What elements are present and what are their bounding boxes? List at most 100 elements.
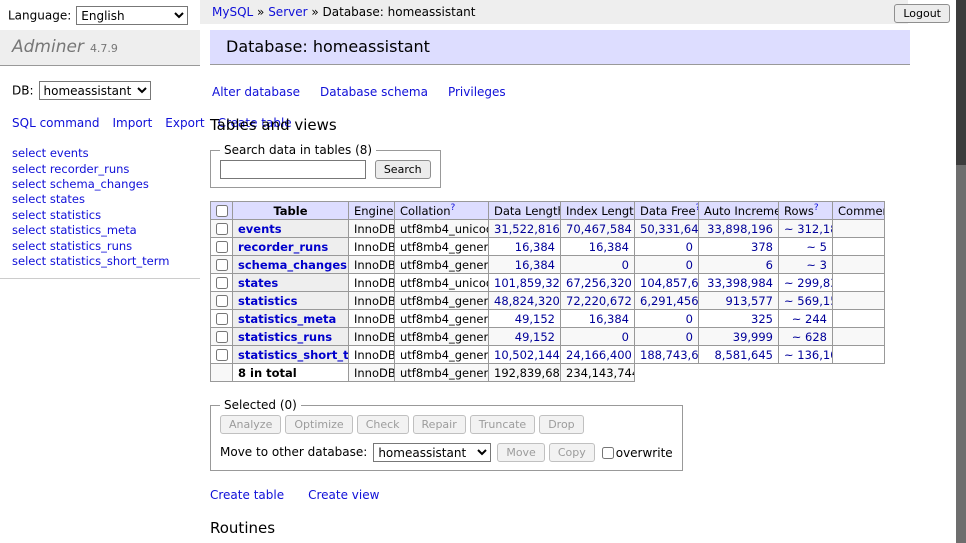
data-free-link[interactable]: 6,291,456 (640, 294, 699, 308)
move-db-select[interactable]: homeassistant (373, 443, 491, 462)
rows-link[interactable]: ~ 312,180 (784, 222, 833, 236)
optimize-button[interactable]: Optimize (285, 415, 352, 434)
column-help-icon[interactable]: ? (451, 203, 456, 213)
auto-increment-link[interactable]: 325 (751, 312, 773, 326)
auto-increment-cell: 8,581,645 (699, 346, 779, 364)
rows-link[interactable]: ~ 569,159 (784, 294, 833, 308)
sidebar-table-links: select eventsselect recorder_runsselect … (0, 133, 200, 279)
breadcrumb-link-server[interactable]: Server (268, 5, 307, 19)
table-name-link[interactable]: statistics_meta (238, 312, 336, 326)
index-length-link[interactable]: 0 (622, 258, 629, 272)
auto-increment-link[interactable]: 6 (766, 258, 773, 272)
auto-increment-link[interactable]: 33,398,984 (707, 276, 773, 290)
data-length-link[interactable]: 10,502,144 (494, 348, 560, 362)
database-schema-link[interactable]: Database schema (320, 85, 428, 99)
index-length-link[interactable]: 24,166,400 (566, 348, 632, 362)
rows-link[interactable]: ~ 299,833 (784, 276, 833, 290)
index-length-link[interactable]: 70,467,584 (566, 222, 632, 236)
search-input[interactable] (220, 160, 366, 179)
sidebar-item-select-statistics[interactable]: select statistics (12, 208, 188, 223)
vertical-scrollbar[interactable] (956, 0, 966, 543)
sidebar-item-select-events[interactable]: select events (12, 146, 188, 161)
index-length-link[interactable]: 72,220,672 (566, 294, 632, 308)
data-free-link[interactable]: 0 (686, 330, 693, 344)
analyze-button[interactable]: Analyze (220, 415, 281, 434)
truncate-button[interactable]: Truncate (470, 415, 535, 434)
row-checkbox[interactable] (216, 259, 228, 271)
auto-increment-link[interactable]: 913,577 (725, 294, 773, 308)
sidebar-item-select-recorder-runs[interactable]: select recorder_runs (12, 162, 188, 177)
privileges-link[interactable]: Privileges (448, 85, 506, 99)
row-checkbox[interactable] (216, 241, 228, 253)
table-name-link[interactable]: events (238, 222, 282, 236)
table-name-link[interactable]: states (238, 276, 278, 290)
data-length-link[interactable]: 49,152 (515, 330, 555, 344)
index-length-link[interactable]: 67,256,320 (566, 276, 632, 290)
create-view-link[interactable]: Create view (308, 488, 379, 502)
select-all-checkbox[interactable] (216, 205, 228, 217)
sidebar-item-select-statistics-meta[interactable]: select statistics_meta (12, 223, 188, 238)
data-length-link[interactable]: 49,152 (515, 312, 555, 326)
breadcrumb-separator: » (253, 5, 268, 19)
data-free-link[interactable]: 104,857,600 (640, 276, 699, 290)
sidebar-link-sql-command[interactable]: SQL command (12, 116, 99, 130)
scrollbar-thumb[interactable] (956, 0, 966, 165)
check-button[interactable]: Check (357, 415, 409, 434)
rows-link[interactable]: ~ 244 (792, 312, 827, 326)
copy-button[interactable]: Copy (549, 443, 595, 462)
row-checkbox[interactable] (216, 223, 228, 235)
rows-link[interactable]: ~ 136,108 (784, 348, 833, 362)
row-checkbox[interactable] (216, 331, 228, 343)
alter-database-link[interactable]: Alter database (212, 85, 300, 99)
db-select[interactable]: homeassistant (39, 81, 151, 100)
sidebar-link-export[interactable]: Export (165, 116, 204, 130)
data-free-link[interactable]: 0 (686, 240, 693, 254)
move-button[interactable]: Move (497, 443, 545, 462)
auto-increment-link[interactable]: 39,999 (733, 330, 773, 344)
rows-link[interactable]: ~ 5 (806, 240, 827, 254)
data-length-link[interactable]: 31,522,816 (494, 222, 560, 236)
auto-increment-link[interactable]: 33,898,196 (707, 222, 773, 236)
table-name-link[interactable]: statistics_short_term (238, 348, 349, 362)
index-length-link[interactable]: 16,384 (589, 240, 629, 254)
data-free-link[interactable]: 188,743,680 (640, 348, 699, 362)
create-table-link[interactable]: Create table (210, 488, 284, 502)
overwrite-checkbox[interactable] (602, 447, 614, 459)
data-length-link[interactable]: 101,859,328 (494, 276, 561, 290)
rows-link[interactable]: ~ 628 (792, 330, 827, 344)
main-content: Database: homeassistant Alter databaseDa… (210, 30, 910, 543)
data-length-link[interactable]: 48,824,320 (494, 294, 560, 308)
sidebar-item-select-statistics-runs[interactable]: select statistics_runs (12, 239, 188, 254)
rows-link[interactable]: ~ 3 (806, 258, 827, 272)
logout-button[interactable]: Logout (894, 4, 950, 23)
auto-increment-link[interactable]: 378 (751, 240, 773, 254)
data-length-cell: 101,859,328 (489, 274, 561, 292)
table-name-link[interactable]: statistics (238, 294, 298, 308)
column-help-icon[interactable]: ? (814, 203, 819, 213)
index-length-link[interactable]: 0 (622, 330, 629, 344)
table-name-link[interactable]: statistics_runs (238, 330, 332, 344)
table-name-link[interactable]: schema_changes (238, 258, 347, 272)
row-checkbox[interactable] (216, 277, 228, 289)
data-free-link[interactable]: 0 (686, 312, 693, 326)
repair-button[interactable]: Repair (413, 415, 466, 434)
sidebar-item-select-statistics-short-term[interactable]: select statistics_short_term (12, 254, 188, 269)
language-select[interactable]: English (76, 6, 188, 25)
auto-increment-link[interactable]: 8,581,645 (714, 348, 773, 362)
row-checkbox[interactable] (216, 349, 228, 361)
sidebar-item-select-states[interactable]: select states (12, 192, 188, 207)
sidebar-item-select-schema-changes[interactable]: select schema_changes (12, 177, 188, 192)
index-length-link[interactable]: 16,384 (589, 312, 629, 326)
row-checkbox[interactable] (216, 313, 228, 325)
table-name-link[interactable]: recorder_runs (238, 240, 328, 254)
data-length-link[interactable]: 16,384 (515, 258, 555, 272)
data-length-link[interactable]: 16,384 (515, 240, 555, 254)
overwrite-label[interactable]: overwrite (602, 446, 673, 460)
drop-button[interactable]: Drop (539, 415, 583, 434)
data-free-link[interactable]: 50,331,648 (640, 222, 699, 236)
search-button[interactable]: Search (375, 160, 431, 179)
row-checkbox[interactable] (216, 295, 228, 307)
breadcrumb-link-mysql[interactable]: MySQL (212, 5, 253, 19)
sidebar-link-import[interactable]: Import (112, 116, 152, 130)
data-free-link[interactable]: 0 (686, 258, 693, 272)
